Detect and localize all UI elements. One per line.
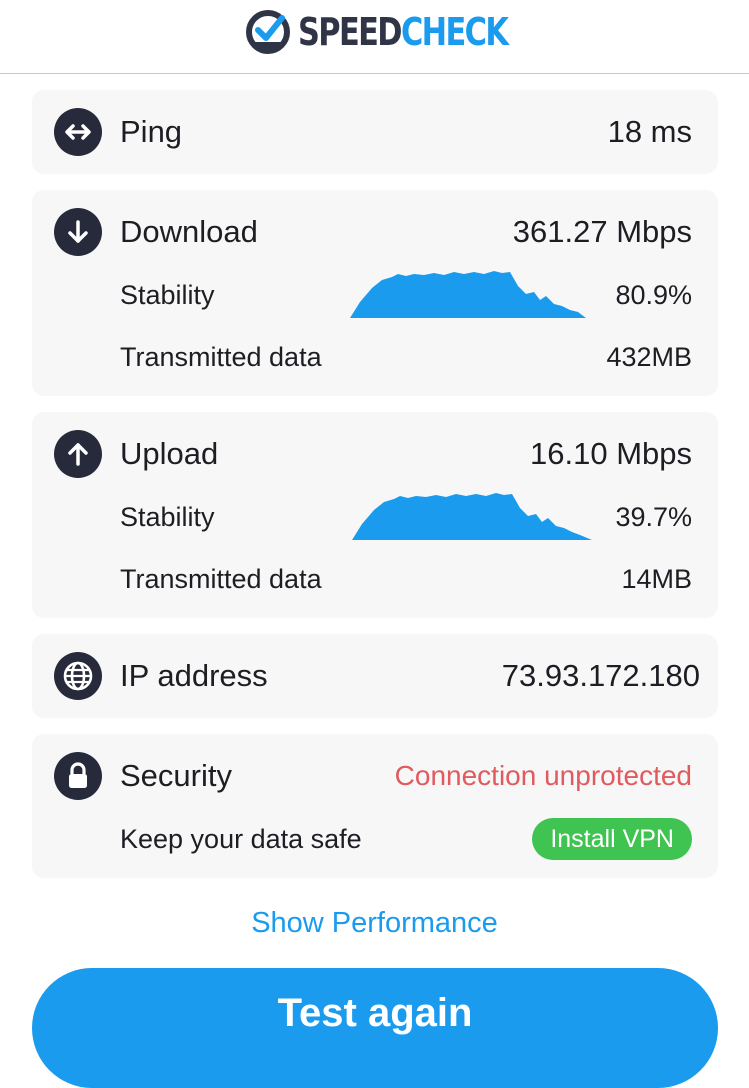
security-status: Connection unprotected xyxy=(394,760,692,791)
ping-value: 18 ms xyxy=(607,114,692,149)
show-performance-link[interactable]: Show Performance xyxy=(0,907,749,940)
security-label: Security xyxy=(120,758,232,793)
double-arrow-horizontal-icon xyxy=(54,108,102,156)
download-card: Download 361.27 Mbps Stability 80.9% Tra… xyxy=(32,190,718,396)
upload-value: 16.10 Mbps xyxy=(530,436,692,471)
ping-label: Ping xyxy=(120,114,183,149)
globe-icon xyxy=(54,652,102,700)
speedometer-check-icon xyxy=(246,10,290,54)
ping-card: Ping 18 ms xyxy=(32,90,718,174)
ip-address-value: 73.93.172.180 xyxy=(501,658,700,693)
upload-transmitted-value: 14MB xyxy=(621,564,692,594)
upload-stability-value: 39.7% xyxy=(615,502,692,532)
lock-icon xyxy=(54,752,102,800)
download-transmitted-value: 432MB xyxy=(606,342,692,372)
test-again-button[interactable]: Test again xyxy=(32,968,718,1088)
download-stability-value: 80.9% xyxy=(615,280,692,310)
upload-stability-graph xyxy=(352,493,592,540)
download-label: Download xyxy=(120,214,258,249)
install-vpn-button[interactable]: Install VPN xyxy=(532,818,692,860)
download-stability-graph xyxy=(350,271,586,318)
ip-address-label: IP address xyxy=(120,658,268,693)
arrow-up-circle-icon xyxy=(54,430,102,478)
upload-card: Upload 16.10 Mbps Stability 39.7% Transm… xyxy=(32,412,718,618)
security-sub-label: Keep your data safe xyxy=(120,824,362,854)
download-stability-label: Stability xyxy=(120,280,215,310)
arrow-down-circle-icon xyxy=(54,208,102,256)
ip-address-card: IP address 73.93.172.180 xyxy=(32,634,718,718)
download-value: 361.27 Mbps xyxy=(512,214,692,249)
upload-label: Upload xyxy=(120,436,219,471)
upload-stability-label: Stability xyxy=(120,502,215,532)
logo-text-speed: SPEED xyxy=(298,10,403,54)
security-card: Security Connection unprotected Keep you… xyxy=(32,734,718,878)
upload-transmitted-label: Transmitted data xyxy=(120,564,322,594)
speedcheck-logo: SPEEDCHECK xyxy=(244,4,560,60)
logo-text-check: CHECK xyxy=(400,10,509,54)
download-transmitted-label: Transmitted data xyxy=(120,342,322,372)
app-header: SPEEDCHECK xyxy=(0,0,749,74)
